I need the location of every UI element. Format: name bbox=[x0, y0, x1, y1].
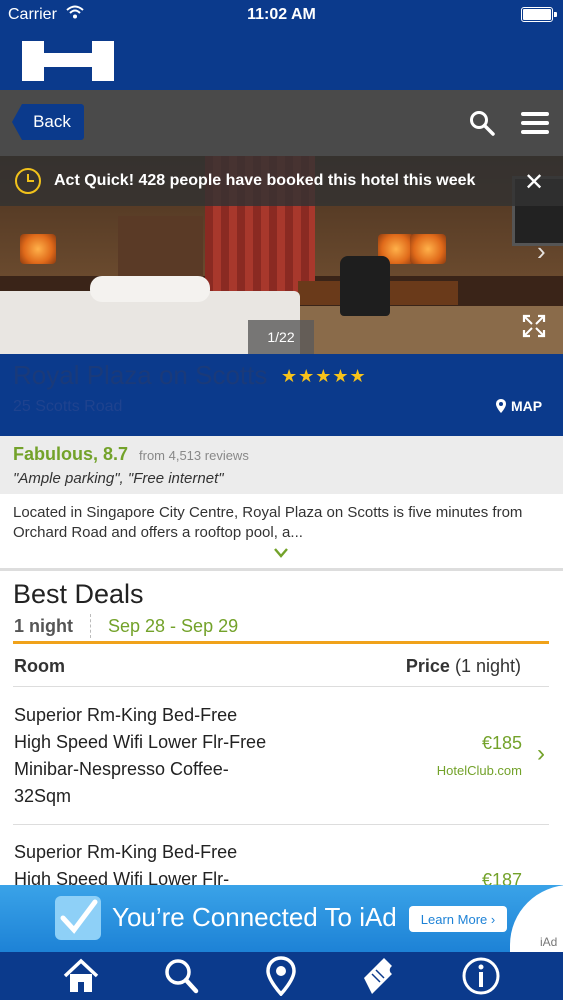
status-bar: Carrier 11:02 AM bbox=[0, 0, 563, 30]
divider bbox=[90, 614, 91, 638]
booking-notice: Act Quick! 428 people have booked this h… bbox=[0, 156, 563, 206]
chevron-right-icon[interactable]: › bbox=[537, 236, 546, 267]
rating-panel[interactable]: Fabulous, 8.7 from 4,513 reviews "Ample … bbox=[0, 436, 563, 494]
checkmark-icon bbox=[55, 896, 101, 940]
room-name: Superior Rm-King Bed-Free High Speed Wif… bbox=[14, 842, 238, 885]
photo-lamp bbox=[410, 234, 446, 264]
date-range[interactable]: Sep 28 - Sep 29 bbox=[108, 616, 238, 637]
ticket-icon[interactable] bbox=[358, 956, 398, 996]
close-icon[interactable]: ✕ bbox=[524, 168, 544, 197]
ad-headline: You’re Connected To iAd bbox=[112, 902, 397, 932]
expand-icon[interactable] bbox=[522, 314, 546, 338]
clock-time: 11:02 AM bbox=[247, 6, 316, 23]
location-pin-icon bbox=[496, 399, 506, 413]
info-icon[interactable] bbox=[461, 956, 501, 996]
hotel-header: Royal Plaza on Scotts ★★★★★ 25 Scotts Ro… bbox=[0, 354, 563, 436]
photo-chair bbox=[340, 256, 390, 316]
search-icon[interactable] bbox=[161, 956, 201, 996]
price-header-label: Price bbox=[405, 656, 450, 676]
notice-text: Act Quick! 428 people have booked this h… bbox=[54, 172, 476, 189]
tab-bar bbox=[0, 952, 563, 1000]
location-pin-icon[interactable] bbox=[261, 956, 301, 996]
iad-banner[interactable]: You’re Connected To iAd Learn More › iAd bbox=[0, 885, 563, 952]
hotel-name: Royal Plaza on Scotts bbox=[13, 360, 268, 390]
hotel-address: 25 Scotts Road bbox=[13, 398, 123, 415]
iad-label: iAd bbox=[540, 935, 558, 949]
search-icon[interactable] bbox=[469, 110, 495, 136]
photo-pillows bbox=[90, 276, 210, 302]
price-source: HotelClub.com bbox=[436, 763, 522, 778]
hotels-logo[interactable] bbox=[22, 41, 114, 81]
review-count: from 4,513 reviews bbox=[139, 448, 249, 463]
star-rating: ★★★★★ bbox=[281, 366, 367, 386]
home-icon[interactable] bbox=[61, 956, 101, 996]
chevron-down-icon[interactable] bbox=[273, 545, 289, 561]
rating-score: Fabulous, 8.7 bbox=[13, 444, 129, 464]
chevron-right-icon[interactable]: › bbox=[537, 740, 545, 768]
divider bbox=[0, 568, 563, 571]
photo-counter: 1/22 bbox=[248, 320, 314, 354]
clock-icon bbox=[15, 168, 41, 194]
price-column-header: Price (1 night) bbox=[406, 656, 521, 677]
room-price: €185 bbox=[481, 733, 522, 753]
room-name: Superior Rm-King Bed-Free High Speed Wif… bbox=[14, 705, 267, 806]
nav-bar: Back bbox=[0, 90, 563, 156]
map-button[interactable]: MAP bbox=[496, 398, 542, 414]
price-header-note: (1 night) bbox=[454, 656, 521, 676]
divider bbox=[13, 686, 549, 687]
back-button[interactable]: Back bbox=[12, 104, 84, 140]
nights-selector[interactable]: 1 night bbox=[14, 616, 73, 637]
hotel-description: Located in Singapore City Centre, Royal … bbox=[13, 504, 523, 541]
room-column-header: Room bbox=[14, 656, 65, 676]
learn-more-button[interactable]: Learn More › bbox=[409, 906, 507, 932]
battery-icon bbox=[521, 7, 557, 22]
map-label: MAP bbox=[511, 398, 543, 414]
photo-lamp bbox=[20, 234, 56, 264]
hotel-photo[interactable]: Act Quick! 428 people have booked this h… bbox=[0, 156, 563, 354]
menu-icon[interactable] bbox=[521, 112, 549, 134]
divider bbox=[13, 824, 549, 825]
review-highlights: "Ample parking", "Free internet" bbox=[13, 470, 224, 487]
best-deals-title: Best Deals bbox=[13, 579, 144, 609]
divider bbox=[13, 641, 549, 644]
